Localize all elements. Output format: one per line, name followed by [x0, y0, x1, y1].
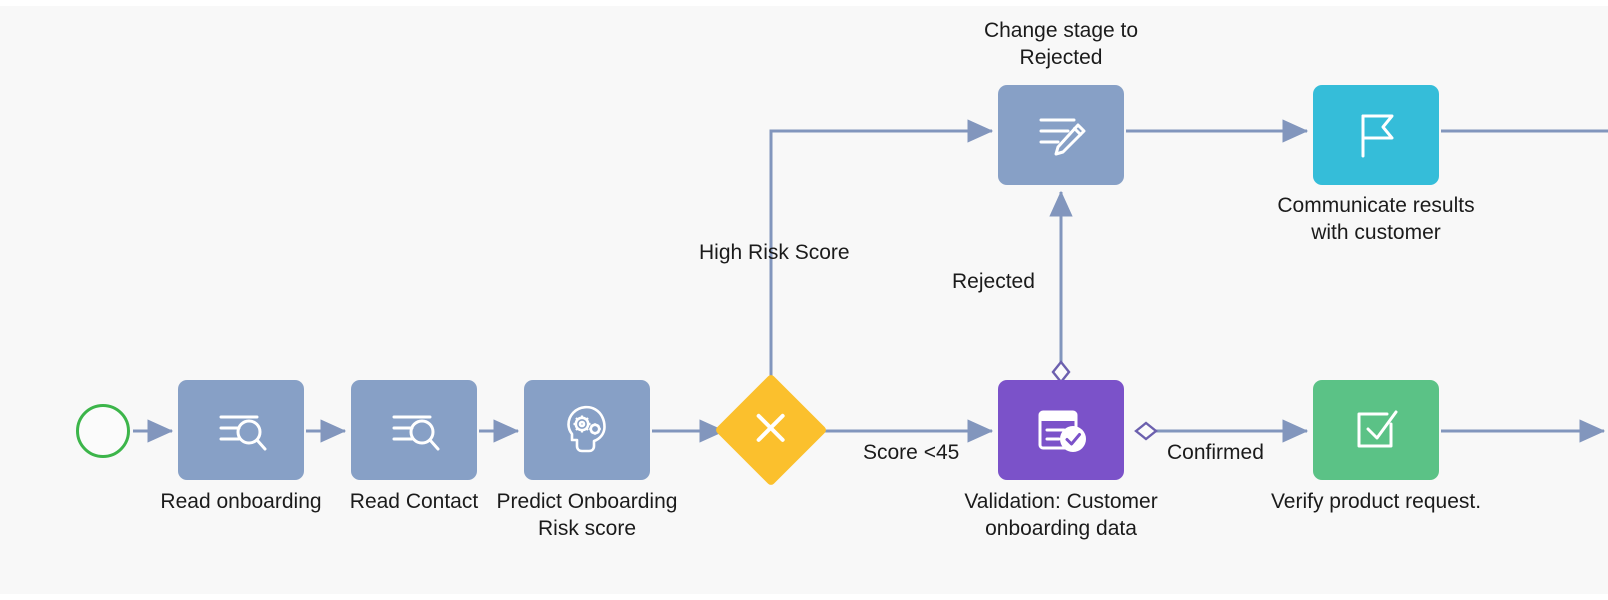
- document-edit-icon: [1032, 108, 1090, 162]
- node-read-onboarding[interactable]: [178, 380, 304, 480]
- form-check-icon: [1032, 404, 1090, 456]
- node-verify[interactable]: [1313, 380, 1439, 480]
- port-diamond-validation-right: [1134, 421, 1158, 441]
- canvas-top-gutter: [0, 0, 1608, 6]
- node-read-contact[interactable]: [351, 380, 477, 480]
- list-search-icon: [213, 405, 269, 455]
- node-change-stage[interactable]: [998, 85, 1124, 185]
- node-validation[interactable]: [998, 380, 1124, 480]
- start-event-node[interactable]: [76, 404, 130, 458]
- port-diamond-validation-top: [1051, 360, 1071, 384]
- node-predict-risk[interactable]: [524, 380, 650, 480]
- x-cross-icon: [751, 408, 791, 453]
- checkbox-check-icon: [1349, 404, 1403, 456]
- node-communicate[interactable]: [1313, 85, 1439, 185]
- edge-gateway-to-change-stage: [769, 119, 994, 388]
- brain-gears-icon: [559, 403, 615, 457]
- workflow-canvas[interactable]: Read onboarding Read Contact Predict Onb…: [0, 0, 1608, 600]
- list-search-icon: [386, 405, 442, 455]
- flag-icon: [1350, 108, 1402, 162]
- canvas-bottom-gutter: [0, 594, 1608, 600]
